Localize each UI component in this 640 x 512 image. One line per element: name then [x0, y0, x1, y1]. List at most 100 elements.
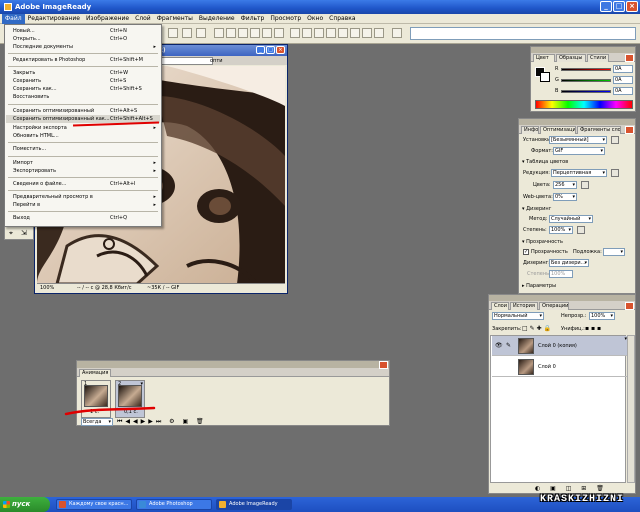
- doc-maximize-button[interactable]: □: [266, 46, 275, 54]
- menu-item-revert[interactable]: Восстановить: [6, 93, 160, 101]
- eye-icon[interactable]: 👁: [495, 342, 503, 349]
- distribute-button[interactable]: [302, 28, 312, 38]
- palette-well[interactable]: [410, 27, 636, 40]
- transparency-dither-select[interactable]: Без дизери...: [549, 259, 589, 267]
- menu-view[interactable]: Просмотр: [267, 14, 304, 24]
- dither-amount-field[interactable]: 100%: [549, 226, 573, 234]
- panel-close-icon[interactable]: [379, 361, 388, 369]
- taskbar-item[interactable]: Каждому свое красн...: [56, 499, 132, 510]
- panel-close-icon[interactable]: [625, 54, 634, 62]
- tab-actions[interactable]: Операции: [539, 302, 569, 310]
- distribute-button[interactable]: [350, 28, 360, 38]
- close-button[interactable]: ×: [626, 1, 638, 12]
- channel-g-field[interactable]: 0A: [613, 76, 633, 84]
- transparency-heading[interactable]: ▾ Прозрачность: [522, 239, 563, 245]
- menu-item-close[interactable]: Закрыть Ctrl+W: [6, 69, 160, 77]
- tab-color[interactable]: Цвет: [533, 54, 555, 62]
- channel-r-slider[interactable]: [561, 68, 611, 71]
- menu-help[interactable]: Справка: [326, 14, 358, 24]
- background-color-swatch[interactable]: [540, 72, 550, 82]
- tab-history[interactable]: История: [510, 302, 538, 310]
- distribute-button[interactable]: [314, 28, 324, 38]
- align-button[interactable]: [250, 28, 260, 38]
- menu-item-new[interactable]: Новый... Ctrl+N: [6, 27, 160, 35]
- maximize-button[interactable]: □: [613, 1, 625, 12]
- menu-file[interactable]: Файл: [2, 13, 25, 24]
- transparency-amount-field[interactable]: 100%: [549, 270, 573, 278]
- doc-minimize-button[interactable]: _: [256, 46, 265, 54]
- channel-g-slider[interactable]: [561, 79, 611, 82]
- distribute-button[interactable]: [374, 28, 384, 38]
- distribute-button[interactable]: [326, 28, 336, 38]
- doc-close-button[interactable]: ×: [276, 46, 285, 54]
- channel-r-field[interactable]: 0A: [613, 65, 633, 73]
- panel-close-icon[interactable]: [625, 302, 634, 310]
- menu-item-edit-in-photoshop[interactable]: Редактировать в Photoshop Ctrl+Shift+M: [6, 56, 160, 64]
- status-zoom[interactable]: 100%: [40, 284, 54, 292]
- tool-icon[interactable]: ⌖: [9, 229, 13, 238]
- tool-option-button[interactable]: [182, 28, 192, 38]
- layers-scrollbar[interactable]: [627, 335, 635, 483]
- matte-select[interactable]: [603, 248, 625, 256]
- layer-row[interactable]: 👁 ✎ Слой 0 (копия): [492, 336, 628, 356]
- menu-slices[interactable]: Фрагменты: [154, 14, 196, 24]
- menu-item-open[interactable]: Открыть... Ctrl+O: [6, 35, 160, 43]
- tool-icon[interactable]: ⇲: [21, 229, 27, 237]
- color-table-heading[interactable]: ▾ Таблица цветов: [522, 159, 568, 165]
- tab-layers[interactable]: Слои: [491, 302, 509, 310]
- align-button[interactable]: [226, 28, 236, 38]
- menu-item-export-settings[interactable]: Настройки экспорта ▸: [6, 124, 160, 132]
- tab-animation[interactable]: Анимация: [79, 369, 111, 377]
- taskbar-item[interactable]: Adobe ImageReady: [216, 499, 292, 510]
- menu-filter[interactable]: Фильтр: [238, 14, 268, 24]
- distribute-button[interactable]: [362, 28, 372, 38]
- dither-heading[interactable]: ▾ Дизеринг: [522, 206, 551, 212]
- dither-method-select[interactable]: Случайный: [549, 215, 593, 223]
- tool-option-button[interactable]: [168, 28, 178, 38]
- channel-b-slider[interactable]: [561, 90, 611, 93]
- menu-edit[interactable]: Редактирование: [25, 14, 83, 24]
- menu-item-save-optimized[interactable]: Сохранить оптимизированный Ctrl+Alt+S: [6, 107, 160, 115]
- align-button[interactable]: [262, 28, 272, 38]
- taskbar-item[interactable]: Adobe Photoshop: [136, 499, 212, 510]
- menu-item-update-html[interactable]: Обновить HTML...: [6, 132, 160, 140]
- tab-layer-slices[interactable]: Фрагменты слоев: [577, 126, 621, 134]
- layer-row[interactable]: Слой 0: [492, 357, 628, 377]
- menu-item-recent[interactable]: Последние документы ▸: [6, 43, 160, 51]
- menu-select[interactable]: Выделение: [196, 14, 238, 24]
- loop-select[interactable]: Всегда: [81, 418, 113, 426]
- distribute-button[interactable]: [338, 28, 348, 38]
- menu-item-preview-in[interactable]: Предварительный просмотр в ▸: [6, 193, 160, 201]
- start-button[interactable]: пуск: [0, 497, 50, 512]
- align-button[interactable]: [238, 28, 248, 38]
- tab-info[interactable]: Инфо: [521, 126, 539, 134]
- format-select[interactable]: GIF: [553, 147, 605, 155]
- colors-options-icon[interactable]: [581, 181, 589, 189]
- color-spectrum-bar[interactable]: [535, 100, 633, 109]
- opacity-field[interactable]: 100%: [589, 312, 615, 320]
- settings-options-icon[interactable]: [611, 136, 619, 144]
- preview-button[interactable]: [392, 28, 402, 38]
- panel-close-icon[interactable]: [625, 126, 634, 134]
- menu-item-jump-to[interactable]: Перейти в ▸: [6, 201, 160, 209]
- layers-footer-icons[interactable]: ◐ ▣ ◫ ⊞ 🗑: [535, 485, 608, 492]
- tab-swatches[interactable]: Образцы: [556, 54, 586, 62]
- align-button[interactable]: [214, 28, 224, 38]
- menu-item-save-as[interactable]: Сохранить как... Ctrl+Shift+S: [6, 85, 160, 93]
- menu-item-place[interactable]: Поместить...: [6, 145, 160, 153]
- settings-select[interactable]: [Безымянный]: [549, 136, 607, 144]
- menu-image[interactable]: Изображение: [83, 14, 132, 24]
- tab-optimized[interactable]: опти: [157, 57, 223, 65]
- playback-controls[interactable]: ⏮◀◀▶▶⏭ ⚙ ▣ 🗑: [117, 418, 207, 426]
- blend-mode-select[interactable]: Нормальный: [492, 312, 544, 320]
- colors-select[interactable]: 256: [553, 181, 577, 189]
- tab-styles[interactable]: Стили: [587, 54, 609, 62]
- parameters-heading[interactable]: ▸ Параметры: [522, 283, 556, 289]
- reduction-options-icon[interactable]: [611, 169, 619, 177]
- menu-item-file-info[interactable]: Сведения о файле... Ctrl+Alt+I: [6, 180, 160, 188]
- reduction-select[interactable]: Перцептивная: [551, 169, 607, 177]
- channel-b-field[interactable]: 0A: [613, 87, 633, 95]
- menu-layer[interactable]: Слой: [132, 14, 154, 24]
- menu-item-export[interactable]: Экспортировать ▸: [6, 167, 160, 175]
- web-colors-field[interactable]: 0%: [553, 193, 577, 201]
